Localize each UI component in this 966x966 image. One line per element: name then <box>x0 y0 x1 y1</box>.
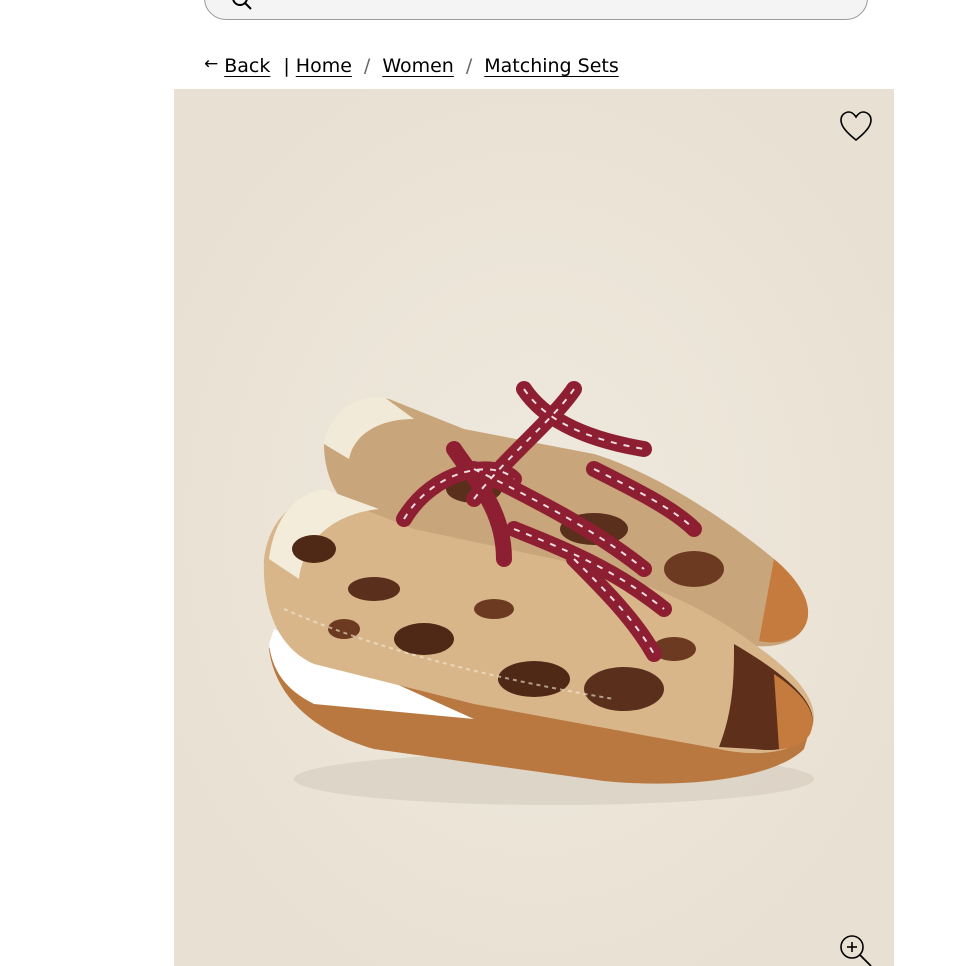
search-input[interactable] <box>204 0 868 20</box>
product-page: ← Back | Home / Women / Matching Sets <box>0 0 966 966</box>
breadcrumb-divider: | <box>283 55 290 77</box>
breadcrumb-women[interactable]: Women <box>382 55 454 77</box>
breadcrumb-home[interactable]: Home <box>296 55 352 77</box>
product-image[interactable] <box>174 89 894 966</box>
heart-outline-icon[interactable] <box>838 109 874 143</box>
sneaker-photo <box>174 89 894 966</box>
zoom-in-icon[interactable] <box>838 933 874 966</box>
breadcrumb-matching-sets[interactable]: Matching Sets <box>484 55 619 77</box>
breadcrumb-separator: / <box>363 55 371 77</box>
breadcrumb-separator: / <box>465 55 473 77</box>
search-icon <box>232 0 252 10</box>
back-arrow-icon[interactable]: ← <box>204 54 218 74</box>
breadcrumb: ← Back | Home / Women / Matching Sets <box>204 52 619 80</box>
back-link[interactable]: Back <box>224 55 270 77</box>
